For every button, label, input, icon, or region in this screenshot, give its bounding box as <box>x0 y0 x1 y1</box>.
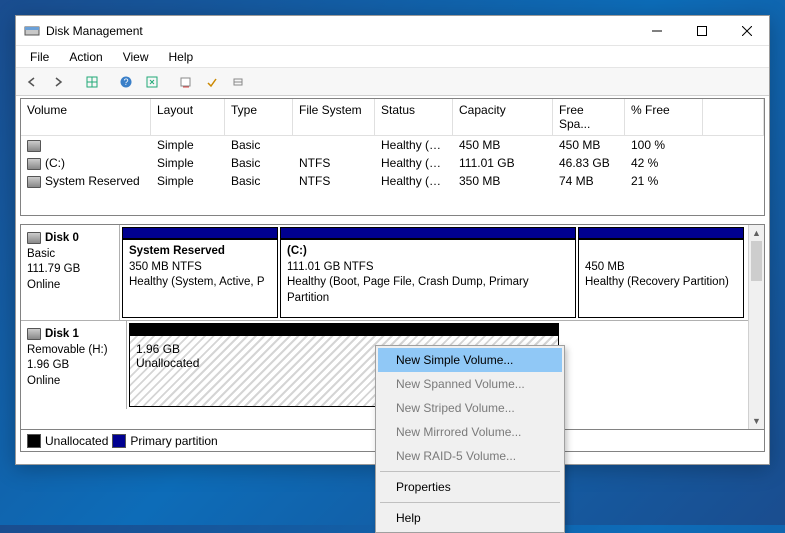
context-menu-item[interactable]: Help <box>378 506 562 530</box>
disk-name: Disk 0 <box>45 232 79 244</box>
column-header[interactable]: Type <box>225 99 293 135</box>
minimize-button[interactable] <box>634 16 679 45</box>
back-button[interactable] <box>20 71 44 93</box>
cell: 46.83 GB <box>553 154 625 172</box>
volume-list[interactable]: VolumeLayoutTypeFile SystemStatusCapacit… <box>20 98 765 216</box>
cell <box>21 136 151 154</box>
cell <box>293 136 375 154</box>
menu-separator <box>380 502 560 503</box>
menu-view[interactable]: View <box>113 48 159 66</box>
cell: Basic <box>225 136 293 154</box>
cell: System Reserved <box>21 172 151 190</box>
cell: 450 MB <box>453 136 553 154</box>
cell: 450 MB <box>553 136 625 154</box>
titlebar[interactable]: Disk Management <box>16 16 769 46</box>
disk-size: 111.79 GB <box>27 263 80 275</box>
cell: Healthy (S... <box>375 172 453 190</box>
unallocated-header <box>129 323 559 335</box>
column-header[interactable]: Layout <box>151 99 225 135</box>
disk-row-0: Disk 0 Basic 111.79 GB Online System Res… <box>21 225 748 321</box>
toolbar-icon-2[interactable] <box>174 71 198 93</box>
legend-swatch-unallocated <box>27 434 41 448</box>
column-header[interactable]: % Free <box>625 99 703 135</box>
cell: NTFS <box>293 172 375 190</box>
cell: 111.01 GB <box>453 154 553 172</box>
disk-status: Online <box>27 375 60 387</box>
context-menu-item[interactable]: Properties <box>378 475 562 499</box>
cell: Healthy (B... <box>375 154 453 172</box>
menu-action[interactable]: Action <box>59 48 112 66</box>
disk-info-0[interactable]: Disk 0 Basic 111.79 GB Online <box>21 225 120 320</box>
disk-partitions-0: System Reserved350 MB NTFSHealthy (Syste… <box>120 225 748 320</box>
toolbar: ? <box>16 68 769 96</box>
context-menu-item: New RAID-5 Volume... <box>378 444 562 468</box>
context-menu-item[interactable]: New Simple Volume... <box>378 348 562 372</box>
partition[interactable]: (C:)111.01 GB NTFSHealthy (Boot, Page Fi… <box>280 239 576 318</box>
disk-icon <box>27 232 41 244</box>
partition[interactable]: 450 MBHealthy (Recovery Partition) <box>578 239 744 318</box>
forward-button[interactable] <box>46 71 70 93</box>
menu-help[interactable]: Help <box>159 48 204 66</box>
scroll-up-button[interactable]: ▲ <box>749 225 764 241</box>
context-menu-item: New Striped Volume... <box>378 396 562 420</box>
cell: Healthy (R... <box>375 136 453 154</box>
toolbar-icon-1[interactable] <box>80 71 104 93</box>
app-icon <box>24 23 40 39</box>
volume-list-header: VolumeLayoutTypeFile SystemStatusCapacit… <box>21 99 764 136</box>
partition[interactable]: System Reserved350 MB NTFSHealthy (Syste… <box>122 239 278 318</box>
scroll-thumb[interactable] <box>751 241 762 281</box>
cell: Simple <box>151 154 225 172</box>
column-header[interactable]: Capacity <box>453 99 553 135</box>
cell: Basic <box>225 154 293 172</box>
context-menu-item: New Spanned Volume... <box>378 372 562 396</box>
cell: Basic <box>225 172 293 190</box>
disk-size: 1.96 GB <box>27 359 69 371</box>
toolbar-icon-3[interactable] <box>200 71 224 93</box>
cell: 100 % <box>625 136 703 154</box>
cell: Simple <box>151 136 225 154</box>
menu-file[interactable]: File <box>20 48 59 66</box>
column-header[interactable]: Volume <box>21 99 151 135</box>
cell: Simple <box>151 172 225 190</box>
disk-name: Disk 1 <box>45 328 79 340</box>
cell: 21 % <box>625 172 703 190</box>
unalloc-label: Unallocated <box>136 356 199 370</box>
disk-info-1[interactable]: Disk 1 Removable (H:) 1.96 GB Online <box>21 321 127 409</box>
menu-separator <box>380 471 560 472</box>
volume-row[interactable]: System ReservedSimpleBasicNTFSHealthy (S… <box>21 172 764 190</box>
legend-swatch-primary <box>112 434 126 448</box>
column-header[interactable]: Status <box>375 99 453 135</box>
volume-row[interactable]: SimpleBasicHealthy (R...450 MB450 MB100 … <box>21 136 764 154</box>
cell: 42 % <box>625 154 703 172</box>
disk-icon <box>27 328 41 340</box>
context-menu: New Simple Volume...New Spanned Volume..… <box>375 345 565 533</box>
column-header[interactable]: Free Spa... <box>553 99 625 135</box>
context-menu-item: New Mirrored Volume... <box>378 420 562 444</box>
close-button[interactable] <box>724 16 769 45</box>
cell: (C:) <box>21 154 151 172</box>
cell: 350 MB <box>453 172 553 190</box>
scroll-track[interactable] <box>749 281 764 413</box>
refresh-button[interactable] <box>140 71 164 93</box>
unalloc-size: 1.96 GB <box>136 342 180 356</box>
legend-label-unallocated: Unallocated <box>45 434 108 448</box>
column-header[interactable]: File System <box>293 99 375 135</box>
disk-status: Online <box>27 279 60 291</box>
disk-type: Removable (H:) <box>27 344 108 356</box>
svg-text:?: ? <box>123 77 128 87</box>
disk-type: Basic <box>27 248 55 260</box>
vertical-scrollbar[interactable]: ▲ ▼ <box>748 225 764 429</box>
cell: 74 MB <box>553 172 625 190</box>
maximize-button[interactable] <box>679 16 724 45</box>
toolbar-icon-4[interactable] <box>226 71 250 93</box>
window-controls <box>634 16 769 45</box>
legend-label-primary: Primary partition <box>130 434 217 448</box>
cell: NTFS <box>293 154 375 172</box>
window-title: Disk Management <box>46 24 634 38</box>
menubar: File Action View Help <box>16 46 769 68</box>
help-button[interactable]: ? <box>114 71 138 93</box>
volume-row[interactable]: (C:)SimpleBasicNTFSHealthy (B...111.01 G… <box>21 154 764 172</box>
scroll-down-button[interactable]: ▼ <box>749 413 764 429</box>
